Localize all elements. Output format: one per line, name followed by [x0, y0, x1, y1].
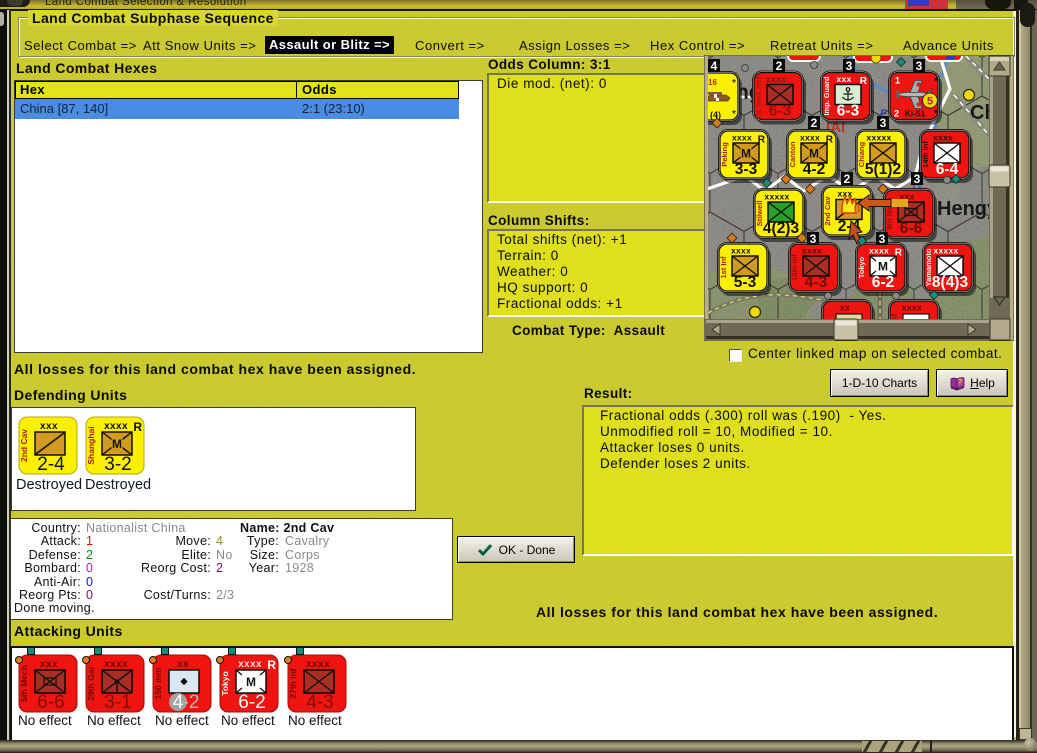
svg-text:2: 2 — [811, 116, 818, 130]
svg-text:M: M — [878, 260, 888, 274]
svg-text:14th Inf: 14th Inf — [921, 141, 930, 168]
svg-text:xxxxx: xxxxx — [764, 192, 789, 202]
svg-text:27th Inf: 27th Inf — [288, 668, 298, 698]
svg-text:6-2: 6-2 — [872, 274, 894, 291]
svg-text:xxxx: xxxx — [732, 133, 752, 143]
svg-text:3: 3 — [810, 232, 817, 246]
svg-text:M: M — [809, 147, 819, 161]
svg-text:8(4)3: 8(4)3 — [932, 274, 969, 291]
svg-text:2 Ind Inf: 2 Ind Inf — [754, 76, 763, 116]
svg-text:?: ? — [958, 377, 963, 386]
svg-text:*: * — [934, 109, 938, 120]
svg-text:xxxx: xxxx — [238, 659, 262, 670]
svg-text:3-1: 3-1 — [104, 692, 131, 713]
svg-text:3: 3 — [914, 172, 921, 186]
svg-text:xxxxx: xxxxx — [933, 246, 958, 256]
svg-text:16: 16 — [708, 78, 717, 87]
svg-text:*: * — [732, 78, 736, 89]
svg-text:xxxx: xxxx — [802, 246, 822, 256]
svg-text:xxxx: xxxx — [902, 303, 922, 313]
svg-text:10th Inf: 10th Inf — [790, 254, 799, 281]
svg-text:Imp. Guard: Imp. Guard — [822, 76, 831, 115]
svg-text:xxxx: xxxx — [933, 133, 953, 143]
svg-text:2nd Cav: 2nd Cav — [823, 196, 832, 226]
svg-text:3: 3 — [879, 232, 886, 246]
svg-text:xx: xx — [840, 303, 850, 313]
svg-text:Stilwell: Stilwell — [755, 201, 764, 227]
svg-text:*: * — [934, 77, 938, 88]
svg-text:3: 3 — [880, 116, 887, 130]
svg-text:150 mm: 150 mm — [153, 667, 163, 699]
svg-text:Peking: Peking — [720, 142, 729, 167]
svg-text:Canton: Canton — [788, 141, 797, 167]
svg-text:5(1)2: 5(1)2 — [865, 161, 901, 178]
svg-text:29th Gar: 29th Gar — [86, 666, 96, 701]
svg-text:Shanghai: Shanghai — [86, 426, 96, 464]
svg-text:2: 2 — [844, 172, 851, 186]
svg-text:xxxx: xxxx — [800, 133, 820, 143]
svg-text:-2: -2 — [183, 692, 200, 713]
svg-text:xxx: xxx — [40, 421, 58, 432]
svg-text:M: M — [246, 675, 256, 689]
svg-text:3-2: 3-2 — [104, 454, 131, 475]
svg-text:5th Mech: 5th Mech — [19, 665, 29, 702]
svg-text:Yamamoto: Yamamoto — [924, 248, 933, 286]
svg-text:Tokyo: Tokyo — [220, 671, 230, 695]
svg-text:R: R — [267, 658, 276, 672]
svg-text:xxxx: xxxx — [104, 421, 128, 432]
svg-text:4-3: 4-3 — [805, 274, 828, 291]
svg-text:xxxx: xxxx — [104, 659, 128, 670]
svg-text:M: M — [112, 437, 122, 451]
svg-text:2-4: 2-4 — [37, 454, 65, 475]
svg-text:R: R — [133, 420, 142, 434]
svg-text:Ki-51: Ki-51 — [905, 109, 926, 119]
svg-text:2: 2 — [894, 109, 899, 119]
svg-text:3: 3 — [916, 59, 923, 73]
svg-text:xxxx: xxxx — [306, 659, 330, 670]
svg-text:4-2: 4-2 — [803, 161, 825, 178]
svg-text:1: 1 — [895, 76, 900, 86]
svg-text:6-6: 6-6 — [37, 692, 64, 713]
svg-text:4: 4 — [711, 59, 718, 73]
svg-text:6-3: 6-3 — [769, 103, 792, 120]
svg-text:5-3: 5-3 — [734, 274, 757, 291]
svg-text:xxxx: xxxx — [869, 246, 889, 256]
svg-text:xxxx: xxxx — [766, 74, 786, 84]
svg-text:6-6: 6-6 — [900, 220, 923, 237]
svg-text:3: 3 — [846, 59, 853, 73]
svg-text:xx: xx — [177, 659, 189, 670]
svg-text:M: M — [741, 147, 751, 161]
svg-text:xxx: xxx — [836, 74, 851, 84]
svg-text:xxxxx: xxxxx — [866, 133, 891, 143]
svg-text:2nd Cav: 2nd Cav — [19, 429, 29, 462]
svg-text:5: 5 — [927, 96, 933, 108]
svg-text:6-3: 6-3 — [837, 103, 860, 120]
svg-text:Chiang: Chiang — [857, 141, 866, 167]
svg-text:xxxx: xxxx — [731, 246, 751, 256]
svg-text:Tokyo: Tokyo — [857, 256, 866, 278]
svg-text:2: 2 — [776, 59, 783, 73]
svg-text:3-3: 3-3 — [735, 161, 758, 178]
svg-text:1st Inf: 1st Inf — [719, 256, 728, 279]
svg-text:6-2: 6-2 — [238, 692, 265, 713]
svg-text:xxx: xxx — [40, 659, 58, 670]
svg-text:*: * — [732, 109, 736, 120]
svg-text:4-3: 4-3 — [306, 692, 333, 713]
svg-text:(4): (4) — [710, 110, 721, 120]
svg-text:4(2)3: 4(2)3 — [763, 220, 800, 237]
